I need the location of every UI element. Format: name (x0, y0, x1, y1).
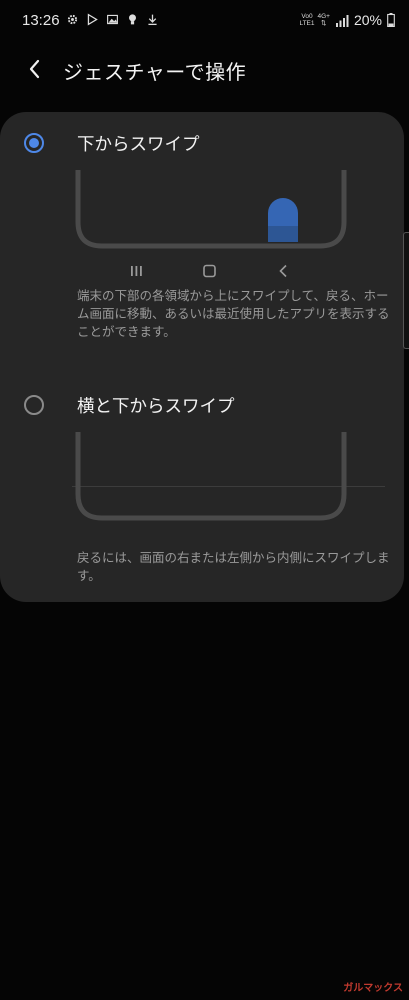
radio-swipe-from-sides-and-bottom[interactable] (24, 395, 44, 415)
status-bar: 13:26 Vo0 LTE1 4G+ ⇅ 20% (0, 0, 409, 42)
navigation-options-card: 下からスワイプ 端末の下部の各領域から上にスワイプして、戻る、ホーム画面に移動、… (0, 112, 404, 602)
battery-percent: 20% (353, 12, 382, 28)
gallery-icon (107, 14, 118, 25)
back-button[interactable] (20, 54, 50, 84)
swipe-from-bottom-illustration (75, 170, 347, 278)
option-swipe-from-sides-and-bottom[interactable]: 横と下からスワイプ 戻るには、画面の右または左側から内側にスワイプします。 (0, 386, 404, 600)
volte-label: Vo0 (301, 13, 313, 20)
back-icon (279, 264, 287, 278)
radio-swipe-from-bottom[interactable] (24, 133, 44, 153)
network-indicator: Vo0 LTE1 4G+ ⇅ (299, 13, 330, 27)
lte-label: LTE1 (299, 20, 315, 27)
notification-icons (66, 13, 159, 26)
bulb-icon (129, 14, 136, 25)
signal-icon (335, 14, 349, 27)
network-gen-label: 4G+ (317, 13, 330, 20)
option-description: 戻るには、画面の右または左側から内側にスワイプします。 (77, 550, 390, 583)
option-title: 下からスワイプ (77, 135, 200, 155)
recents-icon (131, 266, 142, 276)
status-time: 13:26 (22, 12, 60, 29)
status-right: Vo0 LTE1 4G+ ⇅ 20% (299, 12, 395, 28)
page-title: ジェスチャーで操作 (63, 60, 247, 84)
battery-icon (387, 13, 395, 27)
play-store-icon (87, 13, 98, 26)
watermark: ガルマックス (343, 983, 403, 994)
swipe-from-sides-illustration (75, 432, 347, 521)
option-swipe-from-bottom[interactable]: 下からスワイプ 端末の下部の各領域から上にスワイプして、戻る、ホーム画面に移動、… (0, 112, 404, 372)
app-header: ジェスチャーで操作 (0, 50, 409, 90)
settings-icon (67, 14, 78, 25)
edge-panel-handle[interactable] (403, 232, 409, 349)
home-icon (203, 264, 216, 278)
option-description: 端末の下部の各領域から上にスワイプして、戻る、ホーム画面に移動、あるいは最近使用… (77, 288, 390, 339)
download-icon (148, 14, 157, 26)
back-arrow-icon (29, 59, 40, 79)
option-title: 横と下からスワイプ (77, 397, 235, 417)
